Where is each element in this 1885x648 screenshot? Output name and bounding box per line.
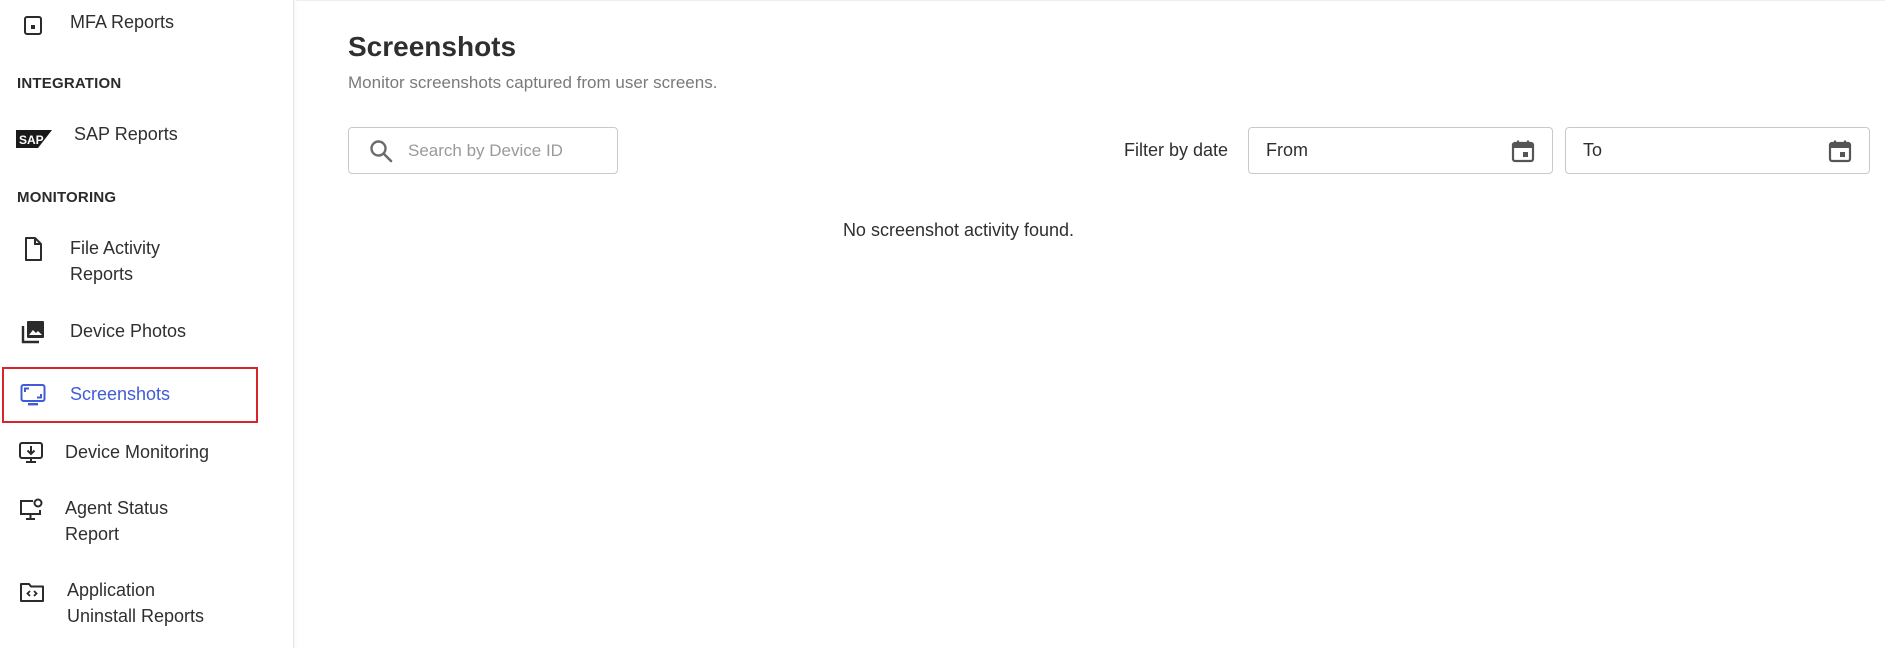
sidebar: MFA Reports INTEGRATION SAP SAP Reports … xyxy=(0,0,294,648)
sidebar-item-device-photos[interactable]: Device Photos xyxy=(2,315,258,351)
monitor-person-icon xyxy=(17,496,45,524)
sidebar-item-screenshots[interactable]: Screenshots xyxy=(2,367,258,423)
calendar-dot-icon xyxy=(19,11,47,39)
sidebar-item-label: Device Monitoring xyxy=(65,442,210,462)
sidebar-item-label: Application xyxy=(67,580,156,600)
search-box[interactable] xyxy=(348,127,618,174)
date-to-label: To xyxy=(1583,140,1603,160)
sidebar-item-file-activity-reports[interactable]: File Activity Reports xyxy=(2,232,258,288)
sidebar-item-label: Screenshots xyxy=(70,384,171,404)
sidebar-item-label: SAP Reports xyxy=(74,124,178,144)
monitor-download-icon xyxy=(17,439,45,467)
sidebar-item-agent-status-report[interactable]: Agent Status Report xyxy=(2,494,258,550)
sidebar-item-label: Agent Status xyxy=(65,498,169,518)
page-subtitle: Monitor screenshots captured from user s… xyxy=(348,73,718,92)
date-from-label: From xyxy=(1266,140,1308,160)
calendar-icon[interactable] xyxy=(1827,138,1853,164)
folder-code-icon xyxy=(18,578,46,606)
sap-logo-text: SAP xyxy=(19,133,44,147)
screenshot-monitor-icon xyxy=(19,381,47,409)
search-icon xyxy=(370,139,393,162)
section-title-monitoring: MONITORING xyxy=(17,189,117,206)
sidebar-item-mfa-reports[interactable]: MFA Reports xyxy=(2,0,258,40)
empty-state-message: No screenshot activity found. xyxy=(842,220,1075,240)
filter-by-date-label: Filter by date xyxy=(1124,140,1229,160)
sidebar-item-label: File Activity xyxy=(70,238,161,258)
sidebar-item-application-uninstall-reports[interactable]: Application Uninstall Reports xyxy=(2,576,258,632)
photo-library-icon xyxy=(19,318,47,346)
sidebar-item-label-line2: Reports xyxy=(70,264,134,284)
sidebar-item-device-monitoring[interactable]: Device Monitoring xyxy=(2,436,258,472)
sidebar-item-label-line2: Report xyxy=(65,524,120,544)
sidebar-item-label: Device Photos xyxy=(70,321,187,341)
sidebar-item-sap-reports[interactable]: SAP SAP Reports xyxy=(2,118,258,158)
calendar-icon[interactable] xyxy=(1510,138,1536,164)
sap-logo-icon: SAP xyxy=(16,125,54,153)
main-content: Screenshots Monitor screenshots captured… xyxy=(296,0,1885,648)
section-title-integration: INTEGRATION xyxy=(17,75,122,92)
file-icon xyxy=(19,235,47,263)
search-input[interactable] xyxy=(408,140,588,161)
date-to-field[interactable]: To xyxy=(1565,127,1870,174)
date-from-field[interactable]: From xyxy=(1248,127,1553,174)
sidebar-item-label-line2: Uninstall Reports xyxy=(67,606,205,626)
page-title: Screenshots xyxy=(348,31,517,62)
sidebar-item-label: MFA Reports xyxy=(70,12,175,32)
